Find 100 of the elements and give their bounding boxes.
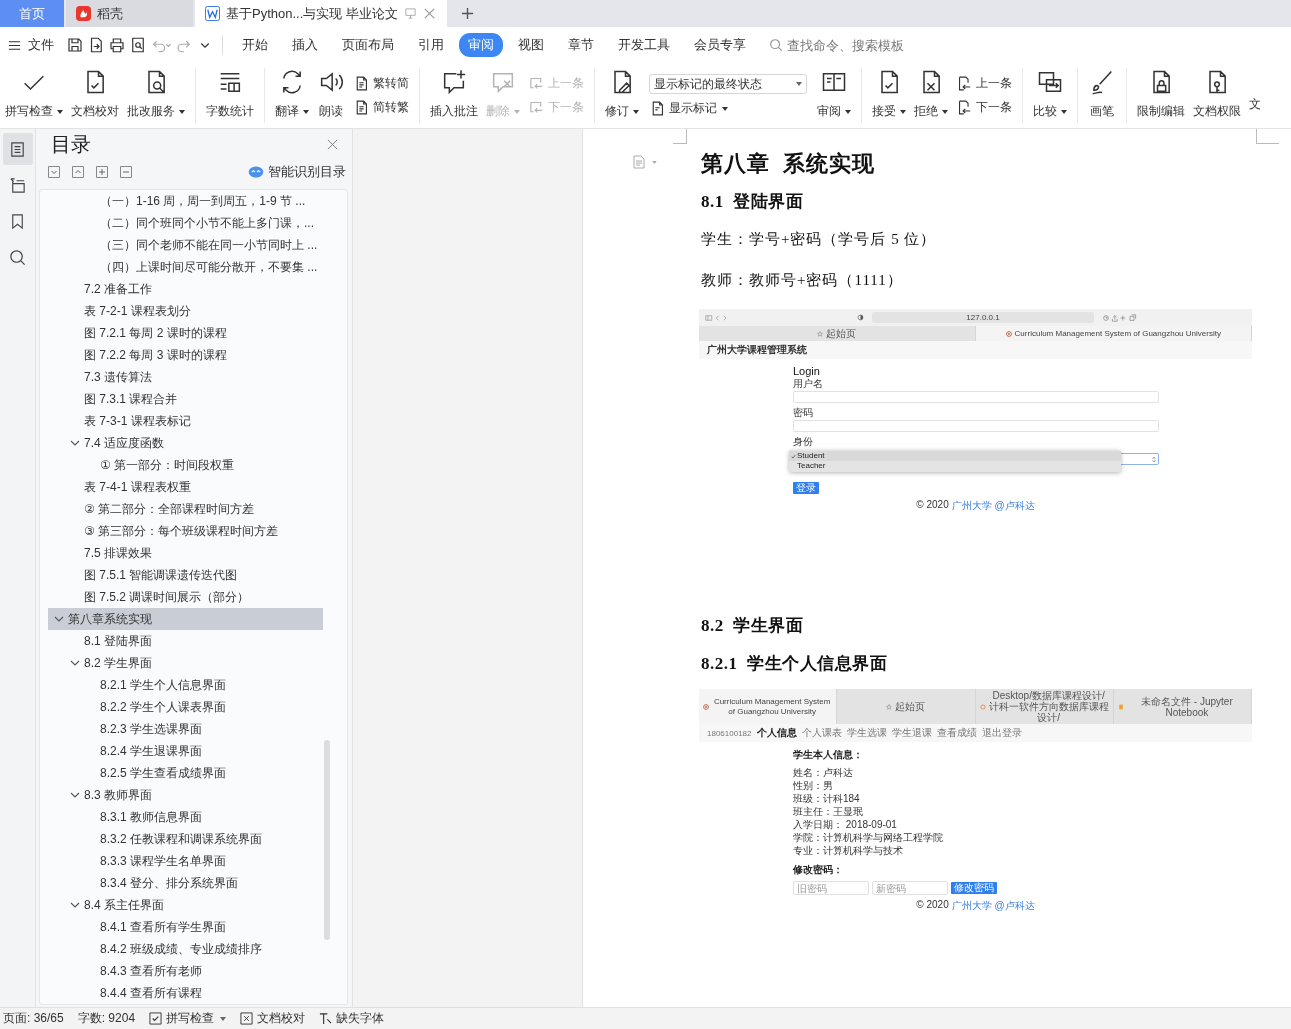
toc-item[interactable]: 8.3.1 教师信息界面 [48, 806, 323, 828]
ribbon-button[interactable]: 接受 [868, 63, 910, 128]
toc-item[interactable]: 7.5 排课效果 [48, 542, 323, 564]
ribbon-tab[interactable]: 页面布局 [333, 33, 403, 57]
toc-item[interactable]: 8.3.4 登分、排分系统界面 [48, 872, 323, 894]
toc-item[interactable]: 表 7-2-1 课程表划分 [48, 300, 323, 322]
toc-item[interactable]: 7.4 适应度函数 [48, 432, 323, 454]
ribbon-tab[interactable]: 审阅 [459, 33, 503, 57]
command-search-field[interactable]: 查找命令、搜索模板 [769, 36, 929, 54]
save-icon[interactable] [66, 36, 84, 54]
chevron-down-button[interactable] [48, 166, 60, 178]
window-tab[interactable]: 基于Python...与实现 毕业论文 [195, 0, 447, 27]
ribbon-button[interactable]: 上一条 [956, 75, 1012, 92]
toc-item[interactable]: 表 7-3-1 课程表标记 [48, 410, 323, 432]
toc-item[interactable]: （二）同个班同个小节不能上多门课，... [48, 212, 323, 234]
ribbon-button[interactable]: 修订 [601, 63, 643, 128]
ribbon-tab[interactable]: 开始 [233, 33, 277, 57]
nav-link[interactable]: 查看成绩 [936, 726, 977, 740]
toc-item[interactable]: 8.4.3 查看所有老师 [48, 960, 323, 982]
toc-item[interactable]: （一）1-16 周，周一到周五，1-9 节 ... [48, 190, 323, 212]
toc-item[interactable]: 表 7-4-1 课程表权重 [48, 476, 323, 498]
minus-button[interactable] [120, 166, 132, 178]
dropdown-option[interactable]: Student [789, 451, 1121, 461]
password-field[interactable]: 旧密码 [793, 881, 869, 895]
ribbon-tab[interactable]: 插入 [283, 33, 327, 57]
toc-item[interactable]: 8.3 教师界面 [48, 784, 323, 806]
chevron-icon[interactable] [70, 902, 80, 908]
word-count[interactable]: 字数: 9204 [77, 1010, 136, 1027]
toc-item[interactable]: 7.2 准备工作 [48, 278, 323, 300]
nav-link[interactable]: 学生选课 [846, 726, 887, 740]
password-field[interactable]: 新密码 [872, 881, 948, 895]
toc-item[interactable]: 图 7.2.2 每周 3 课时的课程 [48, 344, 323, 366]
toc-item[interactable]: 图 7.2.1 每周 2 课时的课程 [48, 322, 323, 344]
markup-dropdown[interactable]: 显示标记的最终状态 [649, 74, 807, 94]
footer-link[interactable]: 广州大学 @卢科达 [951, 899, 1035, 913]
nav-link[interactable]: 学生退课 [891, 726, 932, 740]
missing-font-button[interactable]: 缺失字体 [319, 1010, 385, 1027]
toc-item[interactable]: ② 第二部分：全部课程时间方差 [48, 498, 323, 520]
ribbon-button[interactable]: 限制编辑 [1133, 63, 1189, 128]
chevron-up-button[interactable] [72, 166, 84, 178]
login-button[interactable]: 登录 [793, 482, 819, 494]
print-preview-icon[interactable] [129, 36, 147, 54]
input-field[interactable] [793, 420, 1159, 432]
smart-toc-button[interactable]: 智能识别目录 [248, 163, 346, 181]
dropdown-option[interactable]: Teacher [789, 461, 1121, 471]
ribbon-tab[interactable]: 开发工具 [609, 33, 679, 57]
plus-button[interactable] [96, 166, 108, 178]
chevron-icon[interactable] [54, 616, 64, 622]
chevron-icon[interactable] [70, 440, 80, 446]
ribbon-button[interactable]: 文档权限 [1189, 63, 1245, 128]
toc-item[interactable]: 8.2.4 学生退课界面 [48, 740, 323, 762]
browser-tab[interactable]: Curriculum Management System of Guangzhou University [699, 689, 838, 724]
toc-item[interactable]: 8.4.4 查看所有课程 [48, 982, 323, 1004]
close-icon[interactable] [327, 138, 338, 150]
chevron-icon[interactable] [70, 792, 80, 798]
toc-item[interactable]: 第八章系统实现 [48, 608, 323, 630]
toc-item[interactable]: （三）同个老师不能在同一小节同时上 ... [48, 234, 323, 256]
toc-item[interactable]: ① 第一部分：时间段权重 [48, 454, 323, 476]
ribbon-button[interactable]: 简转繁 [353, 99, 409, 116]
ribbon-button[interactable]: 文档校对 [67, 63, 123, 128]
ribbon-button[interactable]: 插入批注 [426, 63, 482, 128]
toc-item[interactable]: 8.2.2 学生个人课表界面 [48, 696, 323, 718]
toc-item[interactable]: 8.2.5 学生查看成绩界面 [48, 762, 323, 784]
spell-check-button[interactable]: 拼写检查 [149, 1010, 227, 1027]
input-field[interactable] [793, 391, 1159, 403]
nav-link[interactable]: 退出登录 [981, 726, 1022, 740]
toc-item[interactable]: 8.4 系主任界面 [48, 894, 323, 916]
ribbon-button[interactable]: 拒绝 [910, 63, 952, 128]
ribbon-tab[interactable]: 章节 [559, 33, 603, 57]
browser-tab[interactable]: Curriculum Management System of Guangzhou University [975, 326, 1252, 341]
nav-link[interactable]: 个人信息 [756, 726, 797, 740]
plus-icon[interactable] [461, 7, 474, 20]
ribbon-button[interactable]: 批改服务 [123, 63, 189, 128]
toc-item[interactable]: 8.3.2 任教课程和调课系统界面 [48, 828, 323, 850]
close-icon[interactable] [422, 7, 436, 20]
ribbon-button[interactable]: 翻译 [271, 63, 313, 128]
contents-tab[interactable] [2, 133, 33, 165]
toc-item[interactable]: 8.4.1 查看所有学生界面 [48, 916, 323, 938]
toc-item[interactable]: 8.4.2 班级成绩、专业成绩排序 [48, 938, 323, 960]
toc-item[interactable]: 8.2.3 学生选课界面 [48, 718, 323, 740]
ribbon-button[interactable]: 拼写检查 [1, 63, 67, 128]
ribbon-button[interactable]: 下一条 [956, 99, 1012, 116]
toc-item[interactable]: 图 7.5.2 调课时间展示（部分） [48, 586, 323, 608]
nav-link[interactable]: 个人课表 [801, 726, 842, 740]
change-password-button[interactable]: 修改密码 [951, 882, 997, 894]
toc-item[interactable]: 8.3.3 课程学生名单界面 [48, 850, 323, 872]
chevron-icon[interactable] [70, 660, 80, 666]
toc-item[interactable]: （四）上课时间尽可能分散开，不要集 ... [48, 256, 323, 278]
ribbon-tab[interactable]: 引用 [409, 33, 453, 57]
scrollbar-thumb[interactable] [324, 740, 330, 940]
ribbon-button[interactable]: 画笔 [1084, 63, 1120, 128]
window-tab[interactable]: 稻壳 [66, 0, 193, 27]
toc-item[interactable]: 8.1 登陆界面 [48, 630, 323, 652]
print-icon[interactable] [108, 36, 126, 54]
ribbon-button[interactable]: 字数统计 [202, 63, 258, 128]
footer-link[interactable]: 广州大学 @卢科达 [951, 499, 1035, 513]
proofread-button[interactable]: 文档校对 [240, 1010, 306, 1027]
ribbon-tab[interactable]: 会员专享 [685, 33, 755, 57]
toc-item[interactable]: 图 7.5.1 智能调课遗传迭代图 [48, 564, 323, 586]
file-menu-button[interactable]: 文件 [7, 32, 54, 58]
